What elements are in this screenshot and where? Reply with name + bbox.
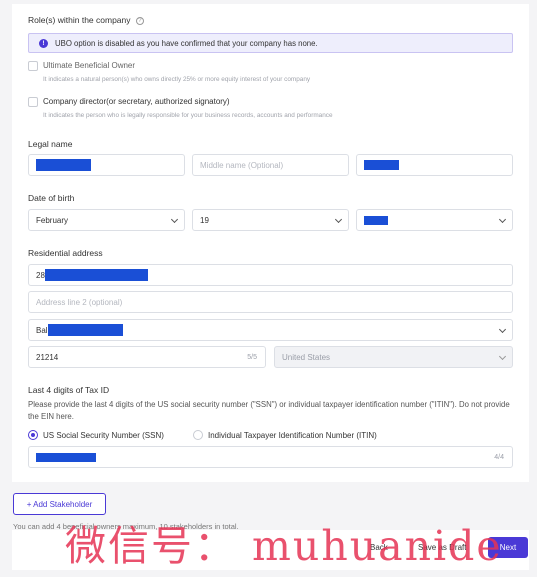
dob-label: Date of birth xyxy=(28,193,75,203)
city-value: Bal xyxy=(36,325,48,335)
dob-month-select[interactable]: February xyxy=(28,209,185,231)
address-line2-placeholder: Address line 2 (optional) xyxy=(36,297,123,307)
redacted-address-line1 xyxy=(44,269,148,281)
itin-option-label: Individual Taxpayer Identification Numbe… xyxy=(208,431,377,440)
address-line2-input[interactable]: Address line 2 (optional) xyxy=(28,291,513,313)
tax-id-counter: 4/4 xyxy=(494,453,504,461)
director-checkbox[interactable] xyxy=(28,97,38,107)
redacted-city xyxy=(47,324,123,336)
stakeholder-form: Role(s) within the company ? ! UBO optio… xyxy=(12,4,529,482)
itin-radio[interactable] xyxy=(193,430,203,440)
ssn-option-label: US Social Security Number (SSN) xyxy=(43,431,164,440)
ubo-info-banner: ! UBO option is disabled as you have con… xyxy=(28,33,513,53)
redacted-last-name xyxy=(364,160,399,170)
director-option-hint: It indicates the person who is legally r… xyxy=(43,112,333,119)
chevron-down-icon xyxy=(498,215,507,224)
tax-id-description: Please provide the last 4 digits of the … xyxy=(28,400,510,421)
chevron-down-icon xyxy=(170,215,179,224)
roles-heading-text: Role(s) within the company xyxy=(28,15,131,25)
tax-id-label: Last 4 digits of Tax ID xyxy=(28,385,110,395)
middle-name-placeholder: Middle name (Optional) xyxy=(200,160,284,170)
first-name-input[interactable] xyxy=(28,154,185,176)
middle-name-input[interactable]: Middle name (Optional) xyxy=(192,154,349,176)
info-icon: ! xyxy=(39,38,48,48)
zip-input[interactable]: 21214 5/5 xyxy=(28,346,266,368)
tax-id-input[interactable]: 4/4 xyxy=(28,446,513,468)
chevron-down-icon xyxy=(498,352,507,361)
ssn-radio[interactable] xyxy=(28,430,38,440)
watermark-overlay: 微信号： muhuanide xyxy=(65,522,503,570)
last-name-input[interactable] xyxy=(356,154,513,176)
ubo-info-text: UBO option is disabled as you have confi… xyxy=(55,38,318,48)
country-value: United States xyxy=(282,352,331,362)
zip-value: 21214 xyxy=(36,352,59,362)
dob-day-select[interactable]: 19 xyxy=(192,209,349,231)
director-option-label: Company director(or secretary, authorize… xyxy=(43,97,230,106)
dob-year-select[interactable] xyxy=(356,209,513,231)
redacted-year xyxy=(364,215,388,225)
help-icon[interactable]: ? xyxy=(135,16,144,25)
address-line1-value: 28 xyxy=(36,270,45,280)
ubo-checkbox[interactable] xyxy=(28,61,38,71)
chevron-down-icon xyxy=(334,215,343,224)
address-label: Residential address xyxy=(28,248,103,258)
address-line1-input[interactable]: 28 xyxy=(28,264,513,286)
ubo-option-label: Ultimate Beneficial Owner xyxy=(43,61,136,70)
roles-heading: Role(s) within the company ? xyxy=(28,15,144,25)
zip-counter: 5/5 xyxy=(247,353,257,361)
redacted-tax-id xyxy=(36,452,96,462)
dob-day-value: 19 xyxy=(200,215,209,225)
chevron-down-icon xyxy=(498,325,507,334)
dob-month-value: February xyxy=(36,215,69,225)
legal-name-label: Legal name xyxy=(28,139,73,149)
ubo-option-hint: It indicates a natural person(s) who own… xyxy=(43,76,311,83)
city-select[interactable]: Bal xyxy=(28,319,513,341)
redacted-first-name xyxy=(36,159,91,171)
country-select: United States xyxy=(274,346,513,368)
